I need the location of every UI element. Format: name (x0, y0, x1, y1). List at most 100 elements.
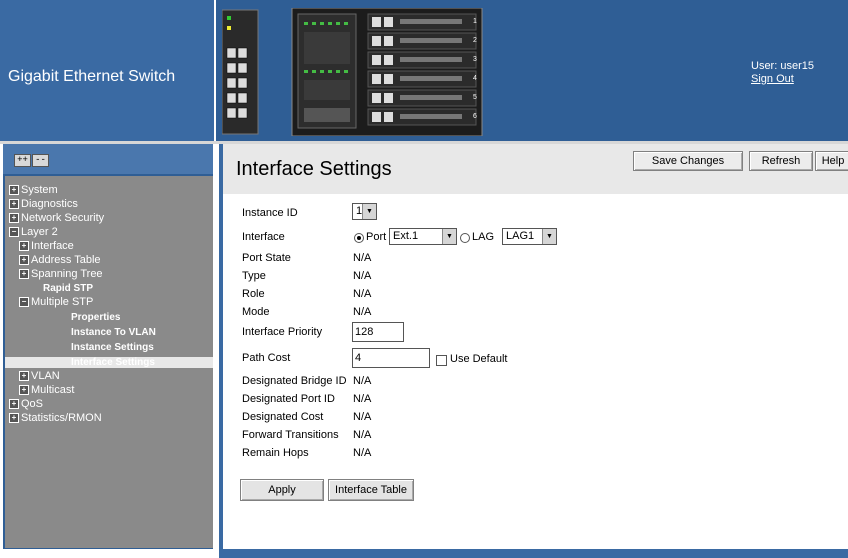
tree-item-label: Properties (71, 312, 121, 323)
tree-item-label: Rapid STP (43, 283, 94, 294)
collapse-icon[interactable]: − (19, 297, 29, 308)
tree-item[interactable]: + Statistics/RMON (9, 413, 102, 424)
main-left-border (219, 144, 223, 558)
forward-transitions-label: Forward Transitions (242, 429, 339, 441)
path-cost-label: Path Cost (242, 352, 291, 364)
expand-all-button[interactable]: ++ (14, 154, 31, 167)
role-value: N/A (353, 288, 372, 300)
lag-radio-label: LAG (472, 231, 495, 243)
expand-icon[interactable]: + (9, 199, 19, 210)
tree-item[interactable]: Interface Settings (5, 357, 213, 368)
bay-label: 1 (473, 18, 477, 25)
tree-item[interactable]: Instance Settings (71, 342, 154, 353)
tree-item[interactable]: + Network Security (9, 213, 104, 224)
port-id-label: Designated Port ID (242, 393, 335, 405)
lag-radio[interactable] (460, 233, 470, 243)
brand-panel: Gigabit Ethernet Switch (0, 0, 216, 141)
tree-item-label: Network Security (21, 212, 105, 224)
instance-id-select[interactable]: 1 ▼ (352, 203, 377, 220)
path-cost-input[interactable]: 4 (352, 348, 430, 368)
lag-select[interactable]: LAG1 ▼ (502, 228, 557, 245)
designated-cost-label: Designated Cost (242, 411, 324, 423)
expand-icon[interactable]: + (19, 371, 29, 382)
tree-item-label: Instance Settings (71, 342, 154, 353)
expand-icon[interactable]: + (19, 385, 29, 396)
tree-item-label: Interface Settings (71, 357, 155, 368)
bay-label: 3 (473, 56, 477, 63)
tree-item[interactable]: + System (9, 185, 58, 196)
save-changes-button[interactable]: Save Changes (633, 151, 743, 171)
priority-input[interactable]: 128 (352, 322, 404, 342)
port-id-value: N/A (353, 393, 372, 405)
tree-item-label: Instance To VLAN (71, 327, 156, 338)
collapse-all-button[interactable]: -- (32, 154, 49, 167)
bay-label: 2 (473, 37, 477, 44)
tree-item-label: Layer 2 (21, 226, 58, 238)
expand-icon[interactable]: + (19, 255, 29, 266)
use-default-checkbox[interactable] (436, 355, 447, 366)
designated-cost-value: N/A (353, 411, 372, 423)
nav-frame: ++ -- + System + Diagnostics + Network Securi… (3, 144, 213, 549)
port-radio-label: Port (366, 231, 387, 243)
collapse-icon[interactable]: − (9, 227, 19, 238)
nav-tree: + System + Diagnostics + Network Security − Lay… (5, 176, 213, 548)
tree-item[interactable]: + VLAN (19, 371, 60, 382)
expand-icon[interactable]: + (19, 241, 29, 252)
tree-item-label: Diagnostics (21, 198, 78, 210)
tree-item-label: Multiple STP (31, 296, 94, 308)
type-value: N/A (353, 270, 372, 282)
tree-item[interactable]: − Multiple STP (19, 297, 93, 308)
page-title: Interface Settings (236, 158, 392, 180)
switch-chassis-image: 1 2 3 4 5 6 (222, 8, 483, 136)
tree-item-label: Multicast (31, 384, 75, 396)
tree-item[interactable]: Properties (71, 312, 120, 323)
apply-button[interactable]: Apply (240, 479, 324, 501)
instance-id-label: Instance ID (242, 207, 298, 219)
mode-value: N/A (353, 306, 372, 318)
tree-item[interactable]: + Interface (19, 241, 74, 252)
tree-item[interactable]: + Spanning Tree (19, 269, 103, 280)
tree-item-label: VLAN (31, 370, 60, 382)
refresh-button[interactable]: Refresh (749, 151, 813, 171)
tree-item-label: Address Table (31, 254, 101, 266)
role-label: Role (242, 288, 265, 300)
tree-item[interactable]: − Layer 2 (9, 227, 58, 238)
user-info: User: user15 Sign Out (751, 60, 814, 86)
port-state-label: Port State (242, 252, 291, 264)
bay-label: 6 (473, 113, 477, 120)
tree-item[interactable]: + Diagnostics (9, 199, 78, 210)
user-name: User: user15 (751, 60, 814, 72)
help-button[interactable]: Help (815, 151, 848, 171)
expand-icon[interactable]: + (19, 269, 29, 280)
tree-item-label: Statistics/RMON (21, 412, 102, 424)
tree-item-label: Spanning Tree (31, 268, 103, 280)
tree-item[interactable]: + Address Table (19, 255, 101, 266)
sign-out-link[interactable]: Sign Out (751, 73, 794, 85)
expand-icon[interactable]: + (9, 413, 19, 424)
remain-hops-label: Remain Hops (242, 447, 309, 459)
expand-icon[interactable]: + (9, 185, 19, 196)
tree-item[interactable]: + Multicast (19, 385, 74, 396)
tree-toolbar: ++ -- (3, 144, 213, 174)
use-default-label: Use Default (450, 353, 508, 365)
priority-label: Interface Priority (242, 326, 323, 338)
tree-item[interactable]: + QoS (9, 399, 43, 410)
bridge-id-label: Designated Bridge ID (242, 375, 347, 387)
chevron-down-icon: ▼ (362, 204, 376, 219)
interface-table-button[interactable]: Interface Table (328, 479, 414, 501)
expand-icon[interactable]: + (9, 213, 19, 224)
brand-title: Gigabit Ethernet Switch (8, 68, 176, 85)
port-select-value: Ext.1 (393, 230, 419, 242)
expand-icon[interactable]: + (9, 399, 19, 410)
lag-select-value: LAG1 (506, 230, 535, 242)
port-radio[interactable] (354, 233, 364, 243)
tree-item[interactable]: Instance To VLAN (71, 327, 156, 338)
chevron-down-icon: ▼ (442, 229, 456, 244)
title-bar: Interface Settings Save Changes Refresh … (223, 144, 848, 194)
tree-item[interactable]: Rapid STP (43, 283, 93, 294)
chevron-down-icon: ▼ (542, 229, 556, 244)
type-label: Type (242, 270, 266, 282)
port-select[interactable]: Ext.1 ▼ (389, 228, 457, 245)
bottom-border (223, 549, 848, 558)
remain-hops-value: N/A (353, 447, 372, 459)
